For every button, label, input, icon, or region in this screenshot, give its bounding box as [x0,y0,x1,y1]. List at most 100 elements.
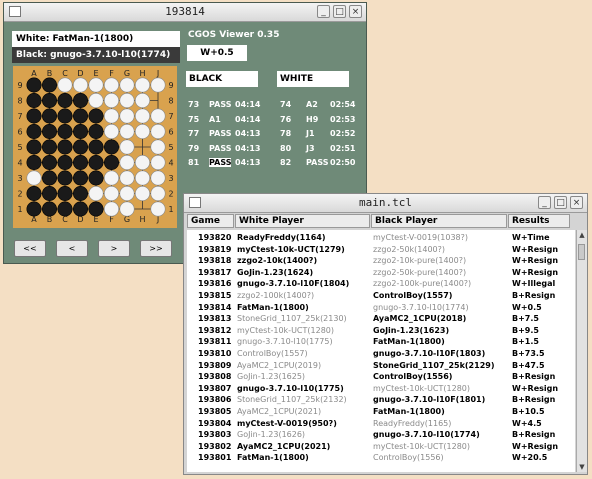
header-game[interactable]: Game [187,214,234,228]
prev-move-button[interactable]: < [56,240,88,257]
white-stone [135,77,151,93]
minimize-icon[interactable]: _ [317,5,330,18]
white-stone [150,186,166,202]
table-row[interactable]: 193818 zzgo2-10k(1400?) zzgo2-10k-pure(140… [187,255,575,267]
table-row[interactable]: 193817 GoJin-1.23(1624) zzgo2-50k-pure(140… [187,267,575,279]
white-stone [119,201,135,217]
black-stone [104,139,120,155]
close-icon[interactable]: × [570,196,583,209]
game-cell: 193820 [198,233,232,242]
game-cell: 193815 [198,291,232,300]
white-stone [150,123,166,139]
black-stone [41,170,57,186]
header-white-player[interactable]: White Player [235,214,370,228]
move-wm-0: A2 [306,100,318,109]
black-stone [88,170,104,186]
first-move-button[interactable]: << [14,240,46,257]
table-row[interactable]: 193802 AyaMC2_1CPU(2021) myCtest-10k-UCT(1… [187,441,575,453]
main-window: main.tcl _ □ × Game White Player Black P… [183,193,588,475]
row-label-left: 5 [17,143,22,152]
game-cell: 193807 [198,383,232,393]
close-icon[interactable]: × [349,5,362,18]
white-stone [135,92,151,108]
white-player-cell: ReadyFreddy(1164) [237,233,326,242]
game-list[interactable]: 193820 ReadyFreddy(1164) myCtest-V-0019(10… [187,230,575,472]
row-label-right: 6 [168,128,173,137]
white-moves-header: WHITE [277,71,349,87]
result-cell: W+Resign [512,256,559,266]
white-stone [119,155,135,171]
white-stone [104,201,120,217]
board-grid: AABBCCDDEEFFGGHHJJ9 98 87 76 65 54 43 32 21 1 [17,69,173,224]
table-row[interactable]: 193806 StoneGrid_1107_25k(2132) gnugo-3.7.… [187,394,575,406]
table-row[interactable]: 193819 myCtest-10k-UCT(1279) zzgo2-50k(140… [187,244,575,256]
table-row[interactable]: 193809 AyaMC2_1CPU(2019) StoneGrid_1107_25… [187,360,575,372]
table-row[interactable]: 193811 gnugo-3.7.10-l10(1775) FatMan-1(180… [187,336,575,348]
black-stone [57,92,73,108]
black-moves-header: BLACK [186,71,258,87]
main-titlebar[interactable]: main.tcl _ □ × [184,194,587,213]
row-label-right: 8 [168,97,173,106]
black-stone [72,170,88,186]
white-stone [88,92,104,108]
black-player-cell: gnugo-3.7.10-l10(1774) [373,430,480,440]
white-player-cell: StoneGrid_1107_25k(2132) [237,395,347,405]
table-row[interactable]: 193815 zzgo2-100k(1400?) ControlBoy(1557) B… [187,290,575,302]
move-wm-1: H9 [306,114,319,124]
maximize-icon[interactable]: □ [554,196,567,209]
table-row[interactable]: 193816 gnugo-3.7.10-l10F(1804) zzgo2-100k-… [187,278,575,290]
black-stone [57,186,73,202]
move-bn-2: 77 [188,129,200,138]
maximize-icon[interactable]: □ [333,5,346,18]
white-stone [104,123,120,139]
next-move-button[interactable]: > [98,240,130,257]
move-wn-3: 80 [280,143,292,153]
black-player-cell: zzgo2-100k-pure(1400?) [373,279,472,289]
white-stone [135,123,151,139]
go-board[interactable]: AABBCCDDEEFFGGHHJJ998877665544332211 [13,66,177,228]
table-row[interactable]: 193813 StoneGrid_1107_25k(2130) AyaMC2_1CP… [187,313,575,325]
white-stone [57,77,73,93]
table-row[interactable]: 193807 gnugo-3.7.10-l10(1775) myCtest-10k-… [187,383,575,395]
header-black-player[interactable]: Black Player [371,214,507,228]
white-player-cell: AyaMC2_1CPU(2019) [237,360,322,370]
table-row[interactable]: 193808 GoJin-1.23(1625) ControlBoy(1556) B+… [187,371,575,383]
viewer-titlebar[interactable]: 193814 _ □ × [4,3,366,22]
last-move-button[interactable]: >> [140,240,172,257]
table-row[interactable]: 193810 ControlBoy(1557) gnugo-3.7.10-l10F(… [187,348,575,360]
white-stone [119,92,135,108]
result-cell: W+Resign [512,267,559,277]
scroll-thumb[interactable] [578,244,585,260]
white-player-cell: FatMan-1(1800) [237,453,309,463]
white-stone [135,155,151,171]
black-player-cell: myCtest-10k-UCT(1280) [373,383,470,393]
game-cell: 193808 [198,372,232,382]
black-stone [26,155,42,171]
black-player-cell: ControlBoy(1556) [373,453,444,463]
white-player-cell: ControlBoy(1557) [237,349,308,358]
table-row[interactable]: 193820 ReadyFreddy(1164) myCtest-V-0019(10… [187,232,575,244]
white-stone [119,108,135,124]
white-stone [119,170,135,186]
table-row[interactable]: 193801 FatMan-1(1800) ControlBoy(1556) W+20… [187,452,575,464]
table-row[interactable]: 193803 GoJin-1.23(1626) gnugo-3.7.10-l10(1… [187,429,575,441]
table-row[interactable]: 193805 AyaMC2_1CPU(2021) FatMan-1(1800) B+1… [187,406,575,418]
black-player-cell: myCtest-V-0019(1038?) [373,233,468,242]
black-stone [26,139,42,155]
black-player-cell: gnugo-3.7.10-l10F(1801) [373,395,486,405]
scroll-up-icon[interactable]: ▲ [578,231,586,239]
row-label-left: 8 [17,97,22,106]
result-cell: B+Resign [512,395,556,405]
header-results[interactable]: Results [508,214,570,228]
scroll-down-icon[interactable]: ▼ [578,463,586,471]
table-row[interactable]: 193812 myCtest-10k-UCT(1280) GoJin-1.23(16… [187,325,575,337]
move-bt-0: 04:14 [235,100,261,109]
minimize-icon[interactable]: _ [538,196,551,209]
table-row[interactable]: 193814 FatMan-1(1800) gnugo-3.7.10-l10(177… [187,302,575,314]
black-stone [88,201,104,217]
black-stone [41,92,57,108]
black-stone [41,108,57,124]
vertical-scrollbar[interactable]: ▲ ▼ [576,230,587,472]
game-cell: 193809 [198,360,232,370]
table-row[interactable]: 193804 myCtest-V-0019(950?) ReadyFreddy(11… [187,418,575,430]
